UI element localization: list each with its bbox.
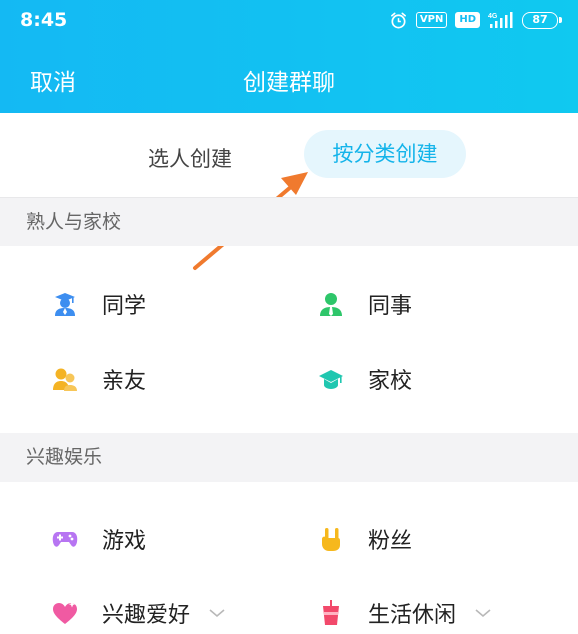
graduation-cap-icon (319, 370, 343, 389)
page-title: 创建群聊 (243, 70, 335, 96)
status-icons: VPN HD 4G 87 (389, 10, 562, 30)
tab-by-category[interactable]: 按分类创建 (304, 130, 466, 178)
category-label: 游戏 (102, 529, 147, 554)
gamepad-icon (52, 532, 78, 547)
heart-icon (53, 601, 77, 624)
create-mode-tabs: 选人创建 按分类创建 (0, 113, 578, 195)
colleague-icon (320, 293, 342, 316)
status-time: 8:45 (20, 9, 68, 31)
cancel-button[interactable]: 取消 (30, 63, 76, 97)
friends-icon (53, 368, 77, 391)
student-icon (55, 293, 75, 316)
category-hobbies[interactable]: 兴趣爱好 (52, 597, 226, 629)
category-games[interactable]: 游戏 (52, 523, 146, 555)
category-label: 家校 (368, 369, 413, 394)
category-label: 同事 (368, 294, 413, 319)
category-colleagues[interactable]: 同事 (318, 288, 412, 320)
category-label: 同学 (102, 294, 147, 319)
signal-icon: 4G (488, 12, 513, 28)
network-type-label: 4G (488, 13, 498, 20)
app-header: 8:45 VPN HD 4G 87 取消 创建群聊 (0, 0, 578, 113)
category-home-school[interactable]: 家校 (318, 363, 412, 395)
tab-select-people[interactable]: 选人创建 (148, 143, 232, 173)
hd-icon: HD (455, 12, 480, 28)
chevron-down-icon[interactable] (474, 607, 492, 619)
rock-hand-icon (322, 528, 340, 551)
category-friends-family[interactable]: 亲友 (52, 363, 146, 395)
category-label: 亲友 (102, 369, 147, 394)
chevron-down-icon[interactable] (208, 607, 226, 619)
category-label: 粉丝 (368, 529, 413, 554)
category-label: 兴趣爱好 (102, 603, 191, 628)
section-header-acquaintance: 熟人与家校 (0, 197, 578, 246)
battery-icon: 87 (522, 11, 562, 29)
alarm-icon (390, 12, 406, 28)
category-fans[interactable]: 粉丝 (318, 523, 412, 555)
section-header-entertainment: 兴趣娱乐 (0, 433, 578, 482)
status-bar: 8:45 VPN HD 4G 87 (0, 0, 578, 40)
category-leisure[interactable]: 生活休闲 (318, 597, 492, 629)
category-label: 生活休闲 (368, 603, 457, 628)
category-classmates[interactable]: 同学 (52, 288, 146, 320)
drink-cup-icon (323, 600, 339, 625)
vpn-icon: VPN (415, 12, 448, 28)
